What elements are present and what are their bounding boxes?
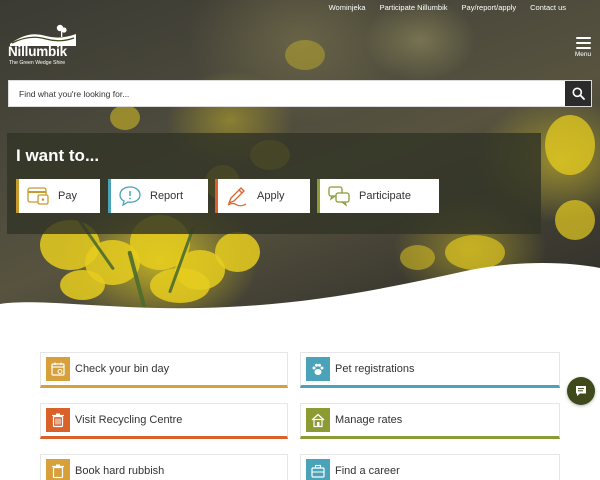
nav-link-participate[interactable]: Participate Nillumbik [380,3,448,12]
search-button[interactable] [565,81,591,106]
i-want-to-panel: I want to... Pay Report Apply Participat… [7,133,541,234]
apply-icon [224,183,250,209]
nav-link-contact[interactable]: Contact us [530,3,566,12]
paw-icon [306,357,330,381]
logo-tagline: The Green Wedge Shire [9,60,66,66]
tile-book-hard-rubbish[interactable]: Book hard rubbish [40,454,288,480]
menu-label: Menu [574,51,592,58]
tile-label: Pet registrations [335,363,415,375]
apply-button[interactable]: Apply [215,179,310,213]
hero-wave [0,263,600,312]
pay-icon [25,183,51,209]
tile-label: Book hard rubbish [75,465,165,477]
site-logo[interactable]: Nillumbik The Green Wedge Shire [8,24,78,68]
rubbish-icon [46,459,70,480]
bin-icon [46,408,70,432]
tile-find-a-career[interactable]: Find a career [300,454,560,480]
participate-icon [326,183,352,209]
search-input[interactable] [9,81,565,106]
tile-label: Manage rates [335,414,403,426]
i-want-to-heading: I want to... [16,146,100,165]
report-button[interactable]: Report [108,179,208,213]
pay-label: Pay [58,190,77,202]
nav-link-pay-report-apply[interactable]: Pay/report/apply [462,3,517,12]
tile-check-bin-day[interactable]: Check your bin day [40,352,288,388]
report-label: Report [150,190,184,202]
participate-label: Participate [359,190,411,202]
briefcase-icon [306,459,330,480]
house-icon [306,408,330,432]
logo-name: Nillumbik [8,44,67,59]
tile-label: Visit Recycling Centre [75,414,183,426]
menu-button[interactable]: Menu [573,37,593,58]
chat-button[interactable] [567,377,595,405]
search-icon [572,87,585,100]
hamburger-icon [573,37,593,49]
pay-button[interactable]: Pay [16,179,100,213]
tile-manage-rates[interactable]: Manage rates [300,403,560,439]
report-icon [117,183,143,209]
tile-label: Find a career [335,465,400,477]
tile-label: Check your bin day [75,363,170,375]
nav-link-wominjeka[interactable]: Wominjeka [329,3,366,12]
logo-hills-icon [10,24,76,46]
apply-label: Apply [257,190,285,202]
participate-button[interactable]: Participate [317,179,439,213]
search-bar [8,80,592,107]
calendar-icon [46,357,70,381]
tile-pet-registrations[interactable]: Pet registrations [300,352,560,388]
hero-banner: Wominjeka Participate Nillumbik Pay/repo… [0,0,600,312]
utility-nav: Wominjeka Participate Nillumbik Pay/repo… [329,3,566,12]
tile-visit-recycling-centre[interactable]: Visit Recycling Centre [40,403,288,439]
chat-icon [576,386,586,396]
